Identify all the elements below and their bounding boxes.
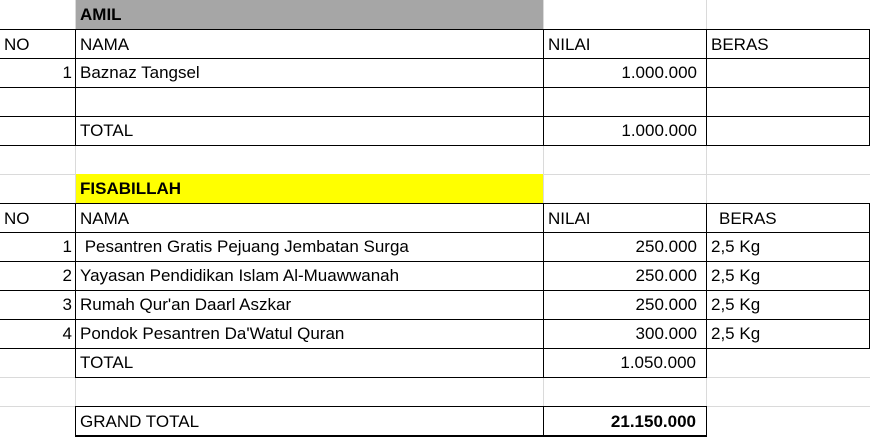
fisabillah-row-nilai: 300.000 — [543, 319, 707, 349]
amil-total-label: TOTAL — [75, 116, 544, 146]
empty-cell — [0, 116, 76, 146]
empty-cell — [543, 87, 707, 117]
amil-row-no: 1 — [0, 58, 76, 88]
grand-total-label: GRAND TOTAL — [75, 406, 544, 437]
fisabillah-row-nilai: 250.000 — [543, 232, 707, 262]
amil-section-title: AMIL — [76, 0, 543, 29]
fisabillah-section-title: FISABILLAH — [76, 174, 543, 203]
empty-cell — [706, 116, 870, 146]
fisabillah-total-value: 1.050.000 — [543, 348, 707, 378]
fisabillah-row-nama: Pesantren Gratis Pejuang Jembatan Surga — [75, 232, 544, 262]
fisabillah-header-nilai: NILAI — [543, 203, 707, 233]
amil-row-nilai: 1.000.000 — [543, 58, 707, 88]
fisabillah-header-no: NO — [0, 203, 76, 233]
fisabillah-header-beras: BERAS — [706, 203, 870, 233]
fisabillah-row-beras: 2,5 Kg — [706, 261, 870, 291]
amil-header-nilai: NILAI — [543, 29, 707, 59]
fisabillah-row-nama: Rumah Qur'an Daarl Aszkar — [75, 290, 544, 320]
fisabillah-row-beras: 2,5 Kg — [706, 319, 870, 349]
fisabillah-row-no: 1 — [0, 232, 76, 262]
amil-row-beras — [706, 58, 870, 88]
fisabillah-total-label: TOTAL — [75, 348, 544, 378]
fisabillah-row-no: 4 — [0, 319, 76, 349]
fisabillah-row-no: 3 — [0, 290, 76, 320]
fisabillah-row-beras: 2,5 Kg — [706, 232, 870, 262]
amil-header-nama: NAMA — [75, 29, 544, 59]
grand-total-value: 21.150.000 — [543, 406, 707, 437]
fisabillah-row-nilai: 250.000 — [543, 261, 707, 291]
amil-row-nama: Baznaz Tangsel — [75, 58, 544, 88]
amil-total-value: 1.000.000 — [543, 116, 707, 146]
fisabillah-header-nama: NAMA — [75, 203, 544, 233]
amil-header-no: NO — [0, 29, 76, 59]
fisabillah-row-no: 2 — [0, 261, 76, 291]
fisabillah-row-nama: Yayasan Pendidikan Islam Al-Muawwanah — [75, 261, 544, 291]
empty-cell — [706, 87, 870, 117]
amil-header-beras: BERAS — [706, 29, 870, 59]
fisabillah-row-beras: 2,5 Kg — [706, 290, 870, 320]
empty-cell — [75, 87, 544, 117]
fisabillah-row-nama: Pondok Pesantren Da'Watul Quran — [75, 319, 544, 349]
empty-cell — [0, 87, 76, 117]
fisabillah-row-nilai: 250.000 — [543, 290, 707, 320]
